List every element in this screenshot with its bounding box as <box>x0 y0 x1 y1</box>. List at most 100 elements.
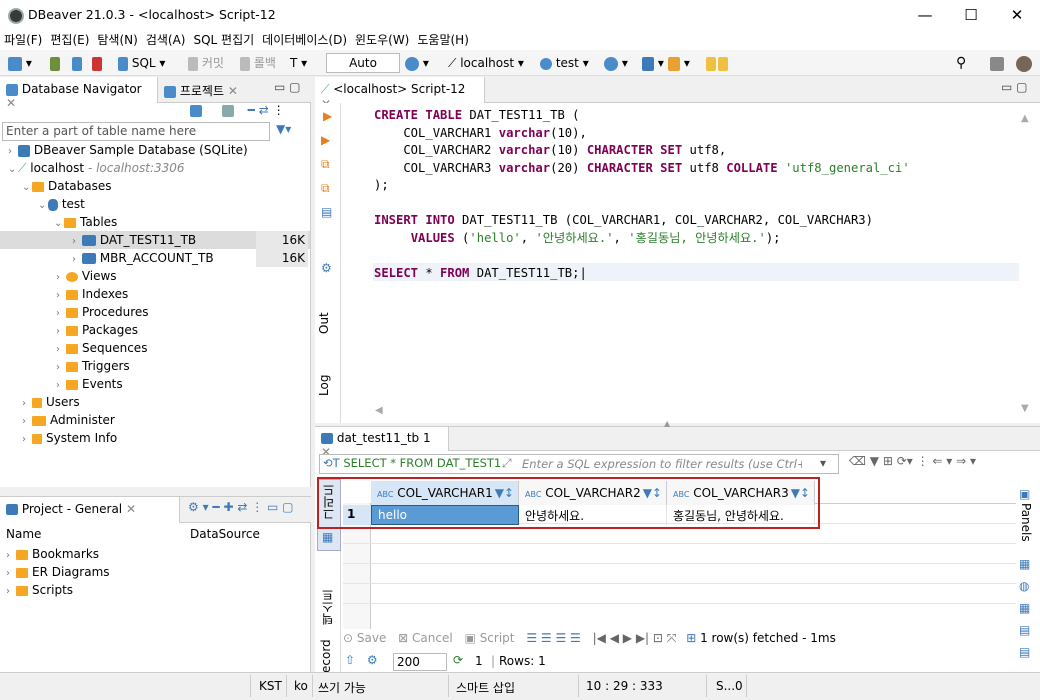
connect-icon[interactable] <box>50 54 60 72</box>
tree-item-events[interactable]: › Events <box>56 375 123 393</box>
tab-project-general[interactable]: Project - General ✕ <box>0 497 180 523</box>
grouping-icon[interactable]: ▦ <box>1019 601 1030 615</box>
menu-window[interactable]: 윈도우(W) <box>351 30 413 50</box>
menu-help[interactable]: 도움말(H) <box>413 30 473 50</box>
project-item-scripts[interactable]: › Scripts <box>6 581 73 599</box>
close-button[interactable]: ✕ <box>994 0 1040 30</box>
tree-item-sample-db[interactable]: › DBeaver Sample Database (SQLite) <box>8 141 248 159</box>
tree-item-test[interactable]: ⌄ test <box>38 195 85 213</box>
references-icon[interactable]: ▤ <box>1019 645 1030 659</box>
back-forward-icon[interactable] <box>706 54 728 72</box>
dashboard-icon[interactable]: ▾ <box>604 54 628 72</box>
execute-script-icon[interactable]: ▶ <box>321 133 330 147</box>
tab-database-navigator[interactable]: Database Navigator ✕ <box>0 77 158 110</box>
tab-script-12[interactable]: ⟋ <localhost> Script-12 ✕ <box>315 77 485 111</box>
commit-button[interactable]: 커밋 <box>188 54 224 72</box>
menu-database[interactable]: 데이터베이스(D) <box>258 30 351 50</box>
row-edit-icons[interactable]: ☰ ☰ ☰ ☰ <box>526 631 580 645</box>
filter-toolbar[interactable]: ⌫ ▼ ⊞ ⟳▾ ⋮ ⇐ ▾ ⇒ ▾ <box>849 454 976 468</box>
tree-item-databases[interactable]: ⌄ Databases <box>22 177 112 195</box>
tab-grid[interactable]: 그리드 ▦ <box>317 479 341 551</box>
export-icon[interactable]: ⇧ <box>345 653 355 667</box>
panels-tab[interactable]: Panels <box>1019 503 1033 542</box>
menu-sql-editor[interactable]: SQL 편집기 <box>189 30 258 50</box>
menu-edit[interactable]: 편집(E) <box>46 30 93 50</box>
log-tab[interactable]: Log <box>317 365 339 405</box>
disconnect-icon[interactable] <box>92 54 102 72</box>
value-panel-icon[interactable]: ▦ <box>1019 557 1030 571</box>
grid-cell[interactable]: 안녕하세요. <box>519 505 667 525</box>
explain-plan-icon[interactable]: ⧉ <box>321 181 330 196</box>
script-button[interactable]: ▣ Script <box>465 631 515 645</box>
tree-item-mbr-account-tb[interactable]: › MBR_ACCOUNT_TB 16K <box>0 249 310 267</box>
tree-item-users[interactable]: › Users <box>22 393 80 411</box>
new-connection-icon[interactable] <box>190 104 202 117</box>
sql-editor-button[interactable]: SQL ▾ <box>118 54 165 72</box>
link-icon[interactable] <box>221 104 234 117</box>
reconnect-icon[interactable] <box>72 54 82 72</box>
menu-navigate[interactable]: 탐색(N) <box>93 30 141 50</box>
collapse-icon[interactable]: ━ <box>248 103 255 117</box>
tree-item-procedures[interactable]: › Procedures <box>56 303 149 321</box>
tree-item-packages[interactable]: › Packages <box>56 321 138 339</box>
expand-icon[interactable]: ⤢ <box>502 456 512 471</box>
tree-item-views[interactable]: › Views <box>56 267 117 285</box>
avatar[interactable] <box>1016 54 1032 72</box>
editor-window-controls[interactable]: ▭ ▢ <box>1001 80 1028 94</box>
cancel-button[interactable]: ⊠ Cancel <box>398 631 453 645</box>
fetch-size-input[interactable]: 200 <box>393 653 447 671</box>
minimize-panel-icon[interactable]: ▭ ▢ <box>274 80 301 94</box>
tree-item-administer[interactable]: › Administer <box>22 411 115 429</box>
row-number[interactable]: 1 <box>343 505 371 525</box>
transaction-icon[interactable]: T ▾ <box>290 54 307 72</box>
menu-file[interactable]: 파일(F) <box>0 30 46 50</box>
calc-icon[interactable]: ▤ <box>1019 623 1030 637</box>
navigation-icons[interactable]: |◀ ◀ ▶ ▶| ⊡ ⤧ <box>593 631 677 645</box>
tab-project[interactable]: 프로젝트 ✕ <box>164 82 238 99</box>
scroll-up-icon[interactable]: ▲ <box>1021 113 1029 124</box>
project-item-er-diagrams[interactable]: › ER Diagrams <box>6 563 110 581</box>
tree-item-localhost[interactable]: ⌄ ⟋ localhost - localhost:3306 <box>8 159 185 177</box>
current-query[interactable]: ⟲T SELECT * FROM DAT_TEST1 <box>323 456 501 470</box>
output-tab[interactable]: Out <box>317 303 339 343</box>
execute-statement-icon[interactable]: ▶ <box>323 109 332 123</box>
search-icon[interactable]: ⚲ <box>956 54 966 72</box>
tab-results[interactable]: dat_test11_tb 1 ✕ <box>315 427 449 459</box>
save-button[interactable]: ⊙ Save <box>343 631 386 645</box>
tab-record[interactable]: ecord <box>319 639 333 673</box>
menu-search[interactable]: 검색(A) <box>142 30 190 50</box>
link-editor-icon[interactable]: ⇄ <box>259 103 269 117</box>
new-connection-icon[interactable]: ▾ <box>8 54 32 72</box>
scroll-down-icon[interactable]: ▼ <box>1021 403 1029 414</box>
project-toolbar[interactable]: ⚙ ▾ ━ ✚ ⇄ ⋮ ▭ ▢ <box>188 500 294 514</box>
column-filter-icon[interactable]: ▼↕ <box>495 481 514 505</box>
panels-icon[interactable]: ▣ <box>1019 487 1030 501</box>
metadata-icon[interactable]: ◍ <box>1019 579 1029 593</box>
column-header-col-varchar2[interactable]: ABC COL_VARCHAR2 ▼↕ <box>519 481 667 505</box>
tree-item-triggers[interactable]: › Triggers <box>56 357 130 375</box>
table-filter-input[interactable]: Enter a part of table name here <box>2 122 270 141</box>
tree-item-indexes[interactable]: › Indexes <box>56 285 128 303</box>
tools-icon[interactable]: ▾ <box>668 54 690 72</box>
grid-cell[interactable]: hello <box>371 505 519 525</box>
column-header-col-varchar3[interactable]: ABC COL_VARCHAR3 ▼↕ <box>667 481 815 505</box>
column-filter-icon[interactable]: ▼↕ <box>791 481 810 505</box>
minimize-button[interactable]: — <box>902 0 948 30</box>
schema-selector[interactable]: test ▾ <box>540 54 589 72</box>
filter-expression-input[interactable]: Enter a SQL expression to filter results… <box>522 457 802 471</box>
column-header-col-varchar1[interactable]: ABC COL_VARCHAR1 ▼↕ <box>371 481 519 505</box>
rollback-button[interactable]: 롤백 <box>240 54 276 72</box>
execute-new-tab-icon[interactable]: ⧉ <box>321 157 330 172</box>
connection-selector[interactable]: ⟋ localhost ▾ <box>448 54 524 72</box>
grid-cell[interactable]: 홍길동님, 안녕하세요. <box>667 505 815 525</box>
tree-item-system-info[interactable]: › System Info <box>22 429 117 447</box>
tab-text[interactable]: 텍스트 <box>319 565 336 625</box>
scroll-left-icon[interactable]: ◀ <box>375 405 383 416</box>
column-filter-icon[interactable]: ▼↕ <box>643 481 662 505</box>
perspective-icon[interactable] <box>990 54 1004 72</box>
project-item-bookmarks[interactable]: › Bookmarks <box>6 545 99 563</box>
transaction-mode-select[interactable]: Auto <box>326 53 400 73</box>
tree-item-tables[interactable]: ⌄ Tables <box>54 213 117 231</box>
refresh-icon[interactable]: ⟳ <box>453 653 463 667</box>
load-script-icon[interactable]: ▤ <box>321 205 332 219</box>
